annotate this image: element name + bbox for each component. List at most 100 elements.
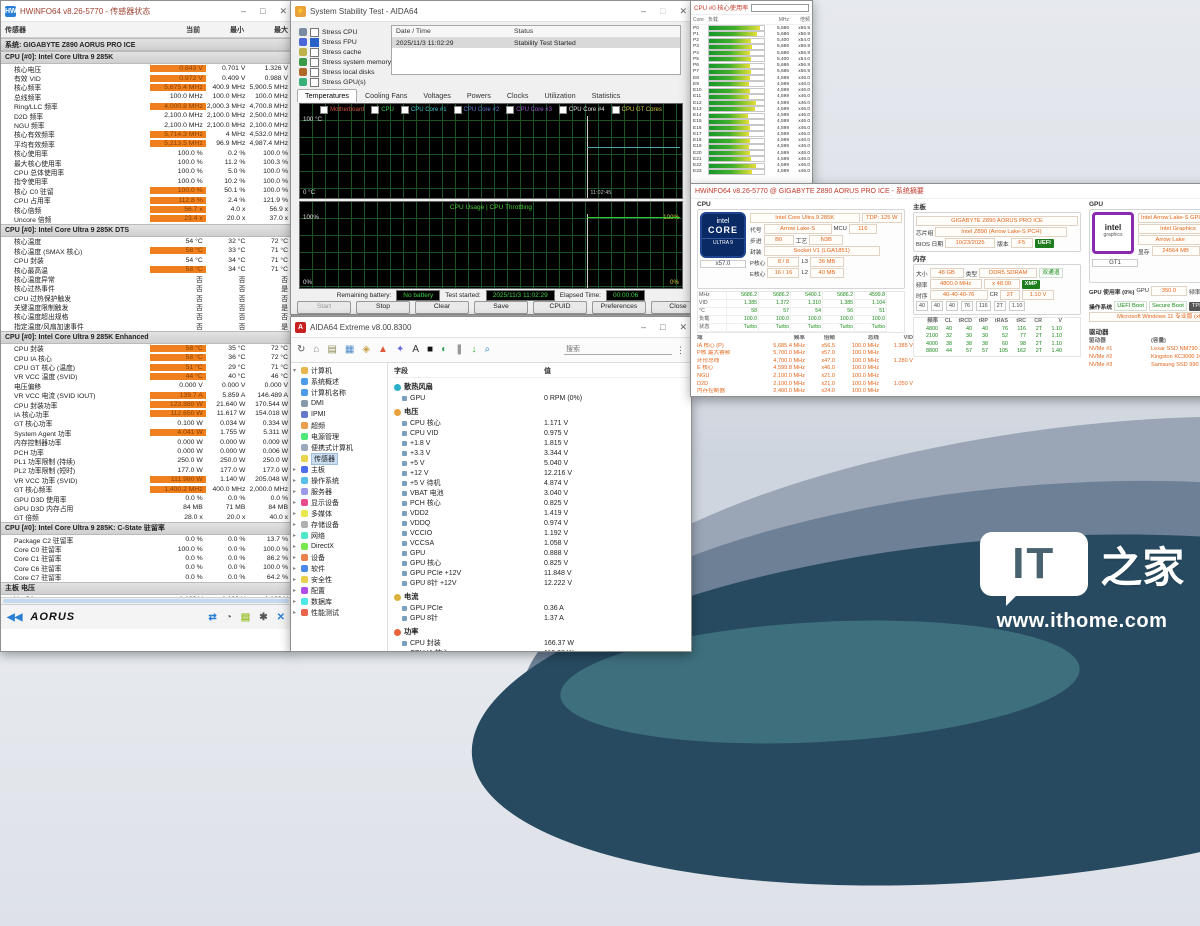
sensor-group-header[interactable]: CPU [#0]: Intel Core Ultra 9 285K: C-Sta…: [1, 522, 291, 535]
overflow-menu-icon[interactable]: ⋮: [676, 345, 685, 356]
tree-item[interactable]: ▸ 多媒体: [291, 508, 387, 519]
sensor-row[interactable]: System Agent 功率4.041 W1.755 W5.311 W: [1, 428, 291, 437]
tree-item[interactable]: IPMI: [291, 409, 387, 420]
sensor-row[interactable]: 核心 C0 驻留100.0 %50.1 %100.0 %: [1, 186, 291, 195]
core-usage-row[interactable]: P7 5,686 x56.9: [691, 69, 812, 75]
sensor-row[interactable]: 有效 VID0.972 V0.409 V0.988 V: [1, 73, 291, 82]
tree-item[interactable]: 计算机名称: [291, 387, 387, 398]
minimize-icon[interactable]: –: [641, 322, 646, 333]
panel-row[interactable]: VDD21.419 V: [394, 508, 691, 518]
toolbar-icon[interactable]: ⌕: [485, 344, 491, 356]
tree-item[interactable]: ▸ 数据库: [291, 596, 387, 607]
sensor-row[interactable]: CPU 占用率112.8 %2.4 %121.9 %: [1, 195, 291, 204]
stress-item[interactable]: Stress GPU(s): [299, 77, 391, 87]
tree-expand-icon[interactable]: ▸: [291, 554, 298, 561]
panel-row[interactable]: +5 V 待机4.874 V: [394, 478, 691, 488]
sensor-row[interactable]: CPU 总体使用率100.0 %5.0 %100.0 %: [1, 167, 291, 176]
aida-titlebar[interactable]: A AIDA64 Extreme v8.00.8300 –□✕: [291, 317, 691, 338]
panel-row[interactable]: CPU 封装166.37 W: [394, 638, 691, 648]
panel-row[interactable]: +5 V5.040 V: [394, 458, 691, 468]
summary-titlebar[interactable]: HWiNFO64 v8.26-5770 @ GIGABYTE Z890 AORU…: [691, 184, 1200, 199]
toolbar-icon[interactable]: ✦: [396, 344, 404, 356]
toolbar-icon[interactable]: A: [412, 344, 419, 356]
sensor-row[interactable]: 平均有效频率5,213.5 MHz96.9 MHz4,987.4 MHz: [1, 139, 291, 148]
tree-item[interactable]: ▸ 配置: [291, 585, 387, 596]
tree-expand-icon[interactable]: ▸: [291, 510, 298, 517]
core-usage-row[interactable]: E14 4,599 x46.0: [691, 113, 812, 119]
panel-row[interactable]: +1.8 V1.815 V: [394, 438, 691, 448]
sensor-row[interactable]: 指定温度/风扇加速事件否否是: [1, 321, 291, 330]
panel-row[interactable]: GPU0 RPM (0%): [394, 393, 691, 403]
tree-item[interactable]: 超频: [291, 420, 387, 431]
sensor-row[interactable]: CPU 封装54 °C34 °C71 °C: [1, 255, 291, 264]
sensor-group-header[interactable]: 系统: GIGABYTE Z890 AORUS PRO ICE: [1, 38, 291, 51]
core-usage-row[interactable]: P3 5,686 x56.9: [691, 44, 812, 50]
log-row[interactable]: 2025/11/3 11:02:29 Stability Test Starte…: [392, 38, 680, 48]
panel-row[interactable]: VCCIO1.192 V: [394, 528, 691, 538]
sensor-row[interactable]: 核心使用率100.0 %0.2 %100.0 %: [1, 149, 291, 158]
sensor-group-header[interactable]: CPU [#0]: Intel Core Ultra 9 285K: [1, 51, 291, 64]
legend-checkbox[interactable]: [612, 106, 620, 114]
sensor-row[interactable]: Package C2 驻留率0.0 %0.0 %13.7 %: [1, 535, 291, 544]
panel-row[interactable]: GPU 8针1.37 A: [394, 613, 691, 623]
sensor-row[interactable]: 核心电压0.843 V0.701 V1.326 V: [1, 64, 291, 73]
tree-item[interactable]: ▸ 软件: [291, 563, 387, 574]
core-usage-row[interactable]: E20 4,599 x46.0: [691, 150, 812, 156]
core-usage-row[interactable]: E15 4,599 x46.0: [691, 119, 812, 125]
sst-button[interactable]: Stop: [356, 301, 410, 314]
stress-checkbox[interactable]: [310, 58, 319, 67]
core-usage-row[interactable]: E18 4,599 x46.0: [691, 138, 812, 144]
sensor-row[interactable]: PL1 功率限制 (持续)250.0 W250.0 W250.0 W: [1, 456, 291, 465]
toolbar-icon[interactable]: ◈: [362, 344, 370, 356]
sensor-row[interactable]: IA 核心功率112.650 W11.617 W154.018 W: [1, 409, 291, 418]
core-usage-row[interactable]: E21 4,599 x46.0: [691, 156, 812, 162]
sensor-row[interactable]: Core C6 驻留率0.0 %0.0 %100.0 %: [1, 563, 291, 572]
sensor-row[interactable]: VR VCC 温度 (SVID)44 °C40 °C46 °C: [1, 372, 291, 381]
sensor-row[interactable]: GT 倍频28.0 x20.0 x40.0 x: [1, 513, 291, 522]
tree-item[interactable]: ▸ 设备: [291, 552, 387, 563]
sensor-row[interactable]: GPU D3D 使用率0.0 %0.0 %0.0 %: [1, 494, 291, 503]
tree-item[interactable]: 传感器: [291, 453, 387, 464]
core-usage-row[interactable]: E9 4,599 x46.0: [691, 81, 812, 87]
sst-titlebar[interactable]: ⚡ System Stability Test - AIDA64 –□✕: [291, 1, 691, 22]
sst-log-list[interactable]: Date / Time Status 2025/11/3 11:02:29 St…: [391, 25, 681, 75]
sensor-row[interactable]: 核心有效频率5,714.3 MHz4 MHz4,532.0 MHz: [1, 130, 291, 139]
tree-item[interactable]: ▸ 网络: [291, 530, 387, 541]
sst-tab[interactable]: Utilization: [536, 89, 583, 102]
statusbar-icon[interactable]: ▤: [241, 612, 250, 623]
stress-item[interactable]: Stress local disks: [299, 67, 391, 77]
sst-button[interactable]: Clear: [415, 301, 469, 314]
sst-tab[interactable]: Temperatures: [297, 89, 357, 102]
panel-row[interactable]: PCH 核心0.825 V: [394, 498, 691, 508]
toolbar-icon[interactable]: ↻: [297, 344, 305, 356]
core-usage-row[interactable]: E10 4,599 x46.0: [691, 88, 812, 94]
stress-checkbox[interactable]: [310, 68, 319, 77]
panel-row[interactable]: +12 V12.216 V: [394, 468, 691, 478]
close-icon[interactable]: ✕: [679, 322, 687, 333]
sensor-row[interactable]: GT 核心功率0.100 W0.034 W0.334 W: [1, 419, 291, 428]
toolbar-icon[interactable]: ❚: [455, 344, 463, 356]
tree-expand-icon[interactable]: ▸: [291, 466, 298, 473]
panel-row[interactable]: VBAT 电池3.040 V: [394, 488, 691, 498]
toolbar-icon[interactable]: ▲: [378, 344, 388, 356]
tree-item[interactable]: ▸ 性能测试: [291, 607, 387, 618]
minimize-icon[interactable]: –: [241, 6, 246, 17]
sensor-row[interactable]: GPU D3D 内存占用84 MB71 MB84 MB: [1, 503, 291, 512]
tree-item[interactable]: DMI: [291, 398, 387, 409]
legend-item[interactable]: CPU Core #4: [559, 106, 605, 114]
legend-checkbox[interactable]: [401, 106, 409, 114]
stress-checkbox[interactable]: [310, 28, 319, 37]
tree-expand-icon[interactable]: ▸: [291, 477, 298, 484]
sensor-row[interactable]: VR VCC 功率 (SVID)111.980 W1.140 W205.048 …: [1, 475, 291, 484]
statusbar-icon[interactable]: ◔: [226, 612, 232, 623]
statusbar-icon[interactable]: ⇄: [208, 612, 216, 623]
search-input[interactable]: [564, 345, 672, 355]
sensor-row[interactable]: 最大核心使用率100.0 %11.2 %100.3 %: [1, 158, 291, 167]
sensor-row[interactable]: Core C7 驻留率0.0 %0.0 %64.2 %: [1, 573, 291, 582]
sst-button[interactable]: Start: [297, 301, 351, 314]
tree-item[interactable]: 系统概述: [291, 376, 387, 387]
tree-expand-icon[interactable]: ▸: [291, 609, 298, 616]
tree-expand-icon[interactable]: ▸: [291, 488, 298, 495]
tree-expand-icon[interactable]: ▸: [291, 598, 298, 605]
sensor-row[interactable]: 核心倍频56.7 x4.0 x56.9 x: [1, 205, 291, 214]
